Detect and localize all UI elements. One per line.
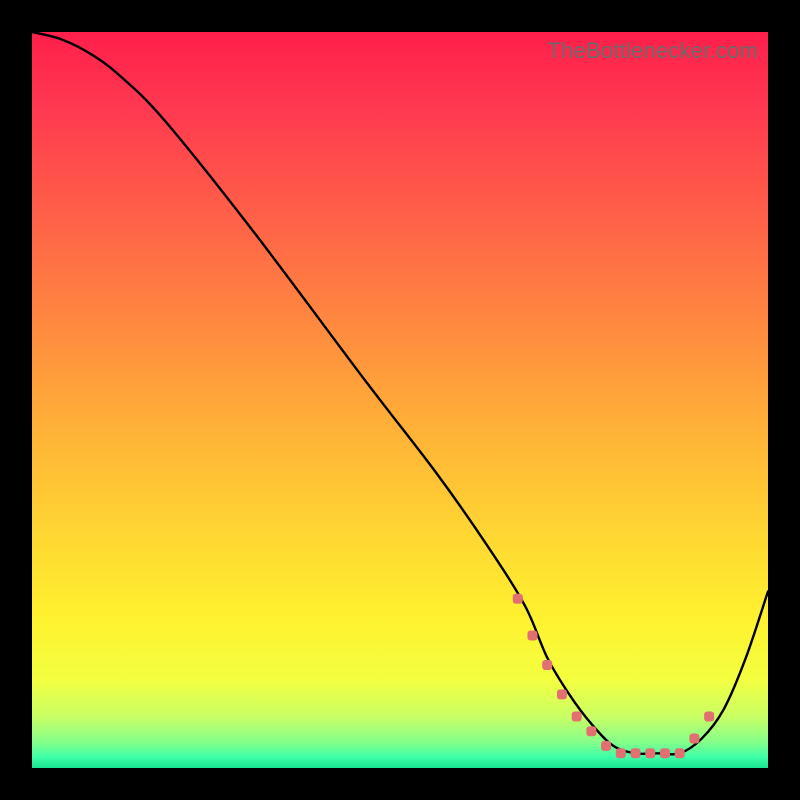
curve-layer	[32, 32, 768, 768]
marker-dot	[557, 689, 567, 699]
plot-area: TheBottlenecker.com	[32, 32, 768, 768]
marker-dot	[513, 594, 523, 604]
marker-dot	[689, 734, 699, 744]
marker-dot	[527, 631, 537, 641]
marker-dot	[645, 748, 655, 758]
marker-dot	[572, 711, 582, 721]
bottleneck-curve	[32, 32, 768, 754]
marker-dot	[586, 726, 596, 736]
watermark-text: TheBottlenecker.com	[548, 38, 758, 64]
marker-dot	[660, 748, 670, 758]
marker-dot	[616, 748, 626, 758]
marker-dot	[601, 741, 611, 751]
marker-dot	[704, 711, 714, 721]
marker-dot	[542, 660, 552, 670]
marker-dot	[631, 748, 641, 758]
marker-dots	[513, 594, 714, 759]
marker-dot	[675, 748, 685, 758]
chart-frame: TheBottlenecker.com	[0, 0, 800, 800]
